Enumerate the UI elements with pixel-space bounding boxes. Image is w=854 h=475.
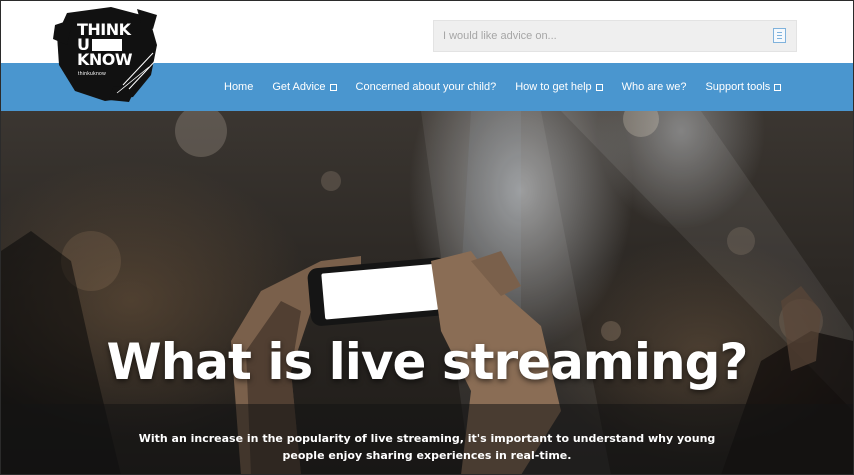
dropdown-icon [329,83,337,91]
nav-item-label: Support tools [705,81,771,93]
nav-item-home[interactable]: Home [224,81,253,93]
nav-item-concerned-about-your-child[interactable]: Concerned about your child? [356,81,497,93]
nav-item-label: Concerned about your child? [355,81,497,93]
nav-item-label: Get Advice [272,81,326,93]
nav-item-how-to-get-help[interactable]: How to get help [515,81,603,93]
hero-title: What is live streaming? [106,333,749,391]
logo-line-3: KNOW [77,50,133,69]
nav-item-label: How to get help [515,81,592,93]
nav-item-who-are-we[interactable]: Who are we? [622,81,687,93]
hero-caption: With an increase in the popularity of li… [138,432,716,462]
page-frame: THINK U KNOW thinkuknow Home Get Advice Co… [0,0,854,475]
nav-item-label: Who are we? [621,81,687,93]
search-bar [433,20,797,52]
dropdown-icon [595,83,603,91]
logo-tagline: thinkuknow [78,71,107,77]
logo-box [91,38,122,51]
search-icon [777,35,782,36]
hero-banner: What is live streaming? With an increase… [1,111,853,474]
logo-wordmark: THINK U KNOW [77,22,133,69]
dropdown-icon [774,83,782,91]
nav-item-support-tools[interactable]: Support tools [705,81,782,93]
search-button[interactable] [773,28,786,43]
nav-item-label: Home [224,81,254,93]
nav-list: Home Get Advice Concerned about your child… [224,63,800,111]
search-input[interactable] [434,21,764,51]
nav-item-get-advice[interactable]: Get Advice [272,81,337,93]
site-logo[interactable]: THINK U KNOW thinkuknow [53,5,161,103]
